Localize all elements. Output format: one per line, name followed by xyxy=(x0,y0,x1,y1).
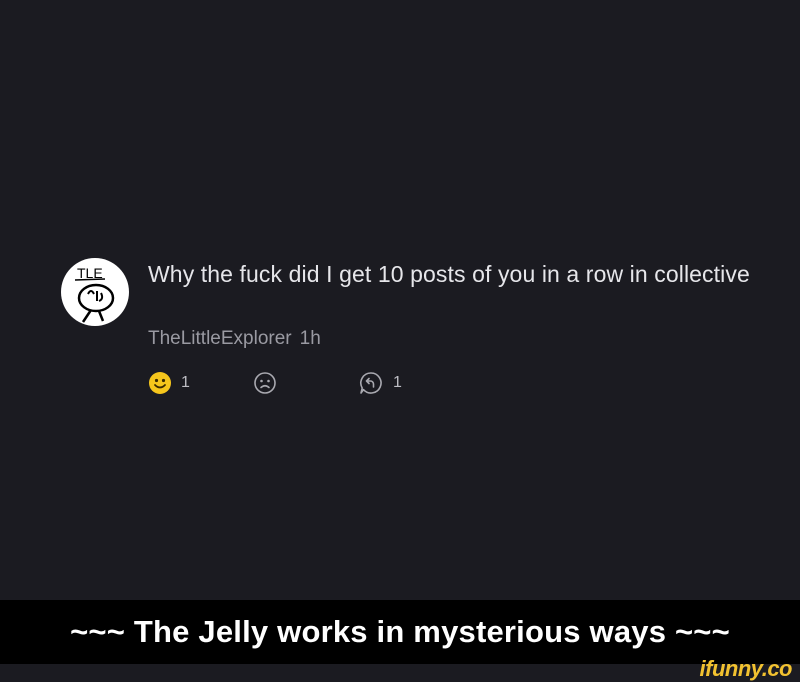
like-count: 1 xyxy=(181,374,190,391)
reply-button[interactable]: 1 xyxy=(358,368,402,398)
post-card: TLE Why the fuck did I get 10 posts of y… xyxy=(0,0,800,600)
avatar[interactable]: TLE xyxy=(61,258,129,326)
avatar-drawing: TLE xyxy=(74,265,115,323)
reply-bubble-icon xyxy=(360,372,382,394)
frown-face-icon xyxy=(254,372,276,394)
like-button[interactable]: 1 xyxy=(148,368,190,398)
post-time: 1h xyxy=(299,328,321,349)
smile-emoji-icon xyxy=(149,372,171,394)
dislike-button[interactable] xyxy=(253,368,277,398)
footer-strip xyxy=(0,664,800,682)
reaction-bar: 1 1 xyxy=(148,368,468,398)
caption-text: ~~~ The Jelly works in mysterious ways ~… xyxy=(70,614,730,649)
author-name[interactable]: TheLittleExplorer xyxy=(148,328,292,349)
post-meta: TheLittleExplorer 1h xyxy=(148,328,321,350)
ifunny-watermark: ifunny.co xyxy=(699,656,793,681)
caption-bar: ~~~ The Jelly works in mysterious ways ~… xyxy=(0,600,800,664)
post-body: Why the fuck did I get 10 posts of you i… xyxy=(148,261,750,287)
reply-count: 1 xyxy=(393,374,402,391)
